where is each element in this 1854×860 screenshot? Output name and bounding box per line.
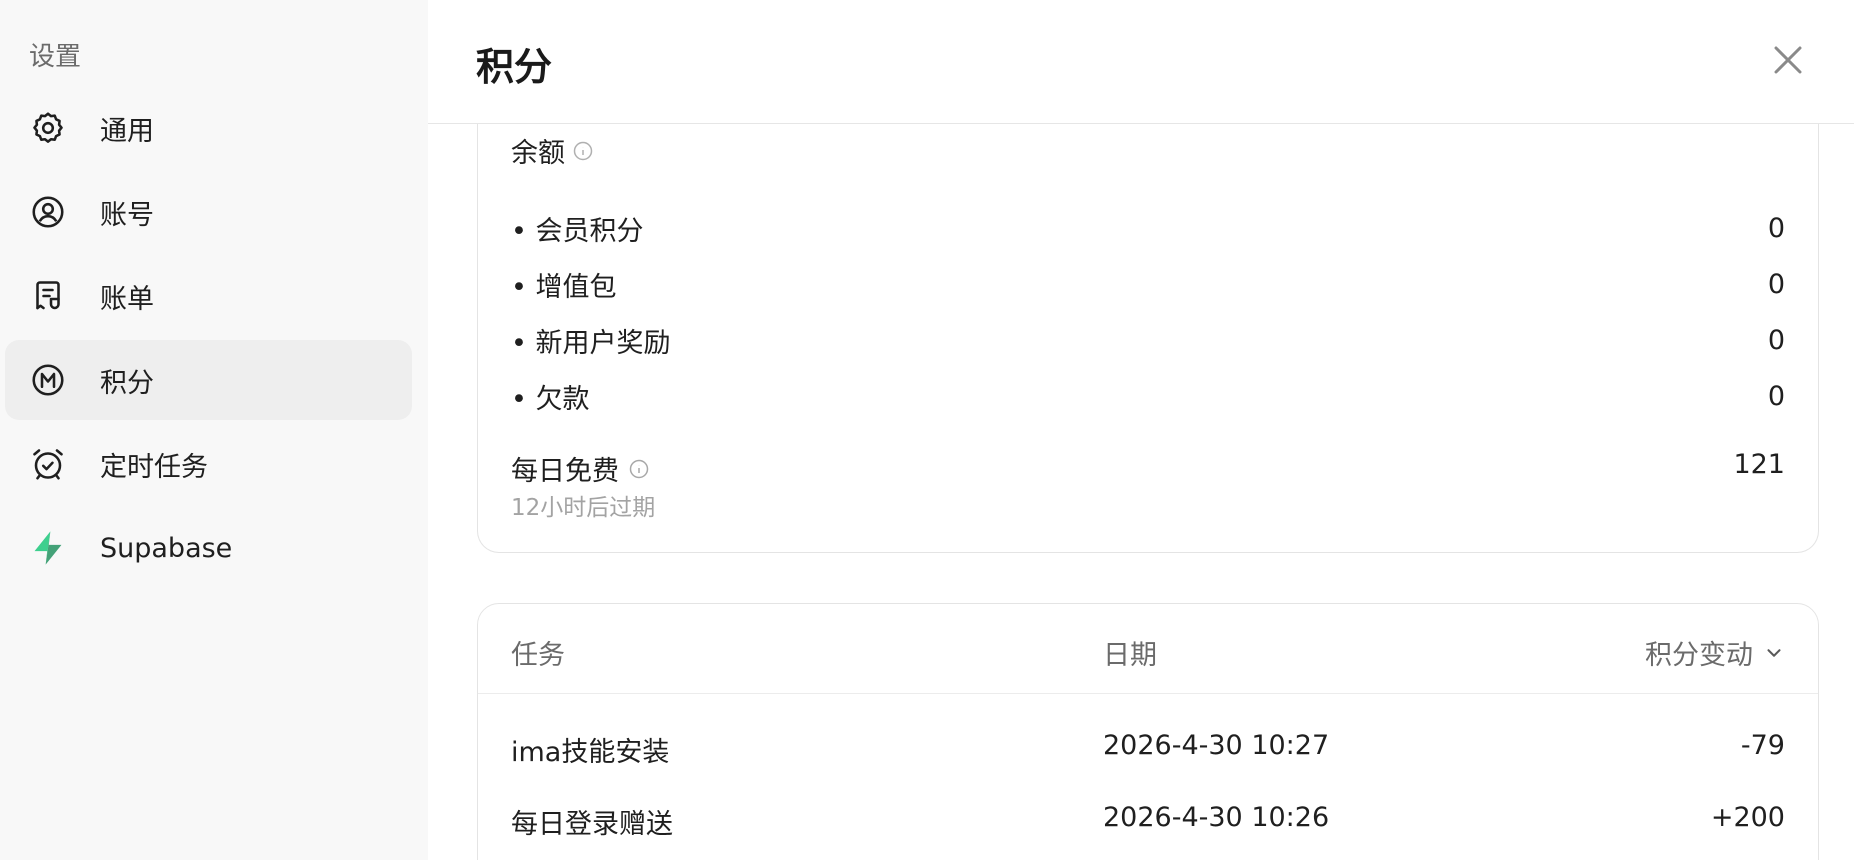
sidebar-item-points[interactable]: 积分 <box>5 340 412 420</box>
supabase-logo-icon <box>29 529 67 567</box>
sidebar-item-label: 积分 <box>100 367 154 399</box>
balance-heading-label: 余额 <box>511 138 565 169</box>
chevron-down-icon <box>1767 648 1781 657</box>
balance-row-value: 0 <box>1767 268 1785 300</box>
sidebar-item-general[interactable]: 通用 <box>5 88 412 168</box>
table-row: 每日登录赠送 2026-4-30 10:26 +200 <box>478 790 1818 850</box>
sidebar-item-account[interactable]: 账号 <box>5 172 412 252</box>
user-circle-icon <box>29 193 67 231</box>
daily-free-value: 121 <box>1733 449 1785 480</box>
column-header-change-dropdown[interactable]: 积分变动 <box>1645 633 1785 672</box>
sidebar-item-label: 定时任务 <box>100 451 208 483</box>
cell-change: +200 <box>1710 802 1785 833</box>
balance-row: 增值包 0 <box>511 265 1785 304</box>
balance-row-name: 新用户奖励 <box>511 321 671 360</box>
sidebar-nav: 通用 账号 账单 积分 定时任务 Supabase <box>5 88 412 592</box>
info-icon[interactable] <box>629 459 649 479</box>
balance-row-value: 0 <box>1767 212 1785 244</box>
daily-free-expiry: 12小时后过期 <box>511 495 656 521</box>
balance-row-value: 0 <box>1767 380 1785 412</box>
sidebar-item-label: 通用 <box>100 115 154 147</box>
daily-free-label: 每日免费 <box>511 449 649 488</box>
close-icon <box>1774 46 1802 74</box>
sidebar-item-supabase[interactable]: Supabase <box>5 508 412 588</box>
cell-task: 每日登录赠送 <box>511 809 673 840</box>
points-history-table: 任务 日期 积分变动 ima技能安装 2026-4-30 10:27 -79 每… <box>477 603 1819 860</box>
cell-date: 2026-4-30 10:27 <box>1103 730 1330 761</box>
balance-row-name: 增值包 <box>511 265 617 304</box>
points-m-icon <box>29 361 67 399</box>
cell-change: -79 <box>1740 730 1785 761</box>
cell-date: 2026-4-30 10:26 <box>1103 802 1330 833</box>
daily-free-label-text: 每日免费 <box>511 456 619 487</box>
column-header-change-label: 积分变动 <box>1645 640 1753 671</box>
balance-card: 余额 会员积分 0 增值包 0 新用户奖励 0 欠款 0 每日免费 <box>477 124 1819 553</box>
balance-row-name: 欠款 <box>511 377 590 416</box>
sidebar-item-label: 账号 <box>100 199 154 231</box>
sidebar-item-scheduled-tasks[interactable]: 定时任务 <box>5 424 412 504</box>
info-icon[interactable] <box>573 141 593 161</box>
table-header: 任务 日期 积分变动 <box>478 604 1818 694</box>
balance-row-value: 0 <box>1767 324 1785 356</box>
column-header-task: 任务 <box>511 640 565 671</box>
main-panel: 积分 余额 会员积分 0 增值包 0 新用户奖励 0 <box>428 0 1854 860</box>
balance-row: 欠款 0 <box>511 377 1785 416</box>
sidebar-item-label: Supabase <box>100 532 233 564</box>
alarm-clock-icon <box>29 445 67 483</box>
balance-row-name: 会员积分 <box>511 209 644 248</box>
balance-row: 会员积分 0 <box>511 209 1785 248</box>
header: 积分 <box>428 0 1854 124</box>
column-header-date: 日期 <box>1103 640 1157 671</box>
receipt-icon <box>29 277 67 315</box>
balance-heading: 余额 <box>511 138 593 192</box>
table-row: ima技能安装 2026-4-30 10:27 -79 <box>478 718 1818 778</box>
balance-row: 新用户奖励 0 <box>511 321 1785 360</box>
page-title: 积分 <box>476 45 553 89</box>
close-button[interactable] <box>1770 42 1806 78</box>
sidebar: 设置 通用 账号 账单 积分 定时任务 Supabase <box>0 0 428 860</box>
cell-task: ima技能安装 <box>511 737 670 768</box>
sidebar-title: 设置 <box>29 42 82 72</box>
sidebar-item-billing[interactable]: 账单 <box>5 256 412 336</box>
sidebar-item-label: 账单 <box>100 283 154 315</box>
gear-icon <box>29 109 67 147</box>
